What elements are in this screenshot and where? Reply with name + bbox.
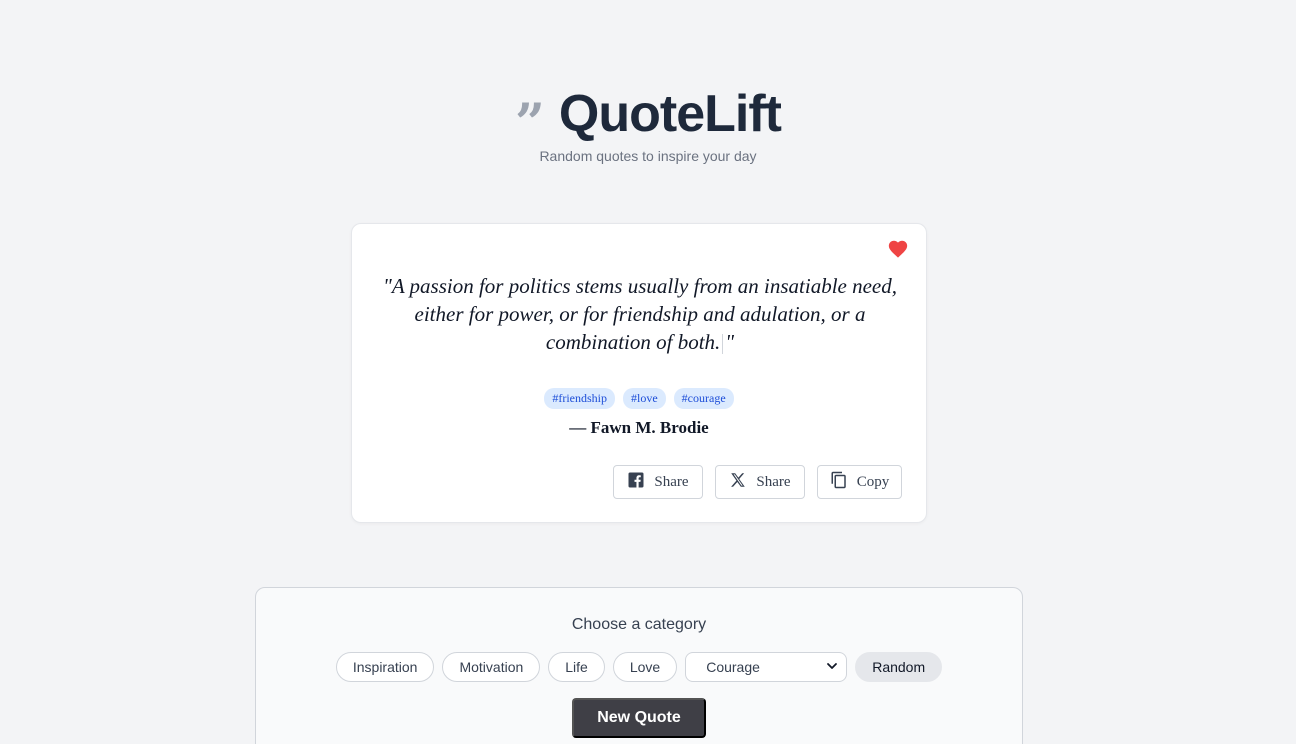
tag-love[interactable]: #love [623,388,666,409]
quote-close-mark: " [725,330,735,354]
quote-body: A passion for politics stems usually fro… [391,274,897,354]
quotelift-page: ” QuoteLift Random quotes to inspire you… [0,0,1296,744]
category-love-button[interactable]: Love [612,652,678,682]
app-tagline: Random quotes to inspire your day [539,148,757,164]
quote-card: "A passion for politics stems usually fr… [351,223,927,523]
x-logo-icon [729,471,747,494]
random-category-button[interactable]: Random [855,652,943,682]
facebook-share-label: Share [654,473,689,490]
category-life-button[interactable]: Life [548,652,605,682]
chevron-down-icon [826,659,838,675]
category-options: Inspiration Motivation Life Love Courage… [256,652,1022,682]
quote-tags: #friendship #love #courage [352,388,926,409]
brand: ” QuoteLift [515,85,782,150]
share-actions: Share Share Copy [613,465,902,499]
text-caret [722,334,724,355]
x-share-label: Share [756,473,791,490]
app-header: ” QuoteLift Random quotes to inspire you… [0,86,1296,164]
category-panel: Choose a category Inspiration Motivation… [255,587,1023,744]
copy-icon [830,471,848,494]
category-select[interactable]: Courage [685,652,848,682]
heart-icon[interactable] [887,238,909,260]
copy-label: Copy [856,473,890,490]
quote-text: "A passion for politics stems usually fr… [378,272,902,356]
category-motivation-button[interactable]: Motivation [442,652,541,682]
facebook-icon [627,471,645,494]
quote-mark-icon: ” [515,93,545,154]
copy-button[interactable]: Copy [817,465,902,499]
category-select-value: Courage [706,659,760,675]
tag-friendship[interactable]: #friendship [544,388,615,409]
facebook-share-button[interactable]: Share [613,465,703,499]
quote-open-mark: " [383,274,392,298]
category-title: Choose a category [571,616,707,633]
app-title: QuoteLift [558,85,782,143]
quote-author: — Fawn M. Brodie [569,418,709,437]
x-share-button[interactable]: Share [715,465,805,499]
category-inspiration-button[interactable]: Inspiration [335,652,435,682]
new-quote-button[interactable]: New Quote [572,698,706,738]
tag-courage[interactable]: #courage [673,388,734,409]
